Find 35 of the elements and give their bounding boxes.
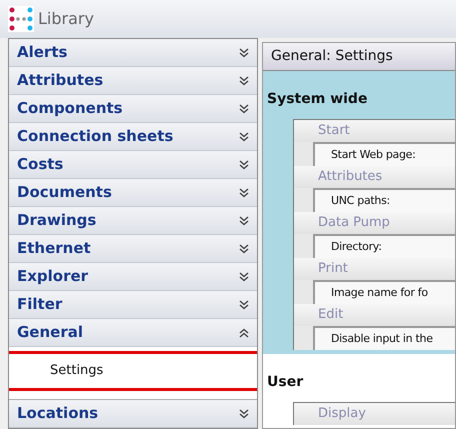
- chevron-down-icon: [239, 216, 249, 226]
- property-label[interactable]: Disable input in the: [313, 326, 455, 350]
- section-title: User: [266, 373, 304, 392]
- accordion-header[interactable]: Documents: [9, 179, 257, 207]
- accordion-header[interactable]: Attributes: [9, 67, 257, 95]
- chevron-down-icon: [239, 244, 249, 254]
- chevron-down-icon: [239, 76, 249, 86]
- accordion-header[interactable]: Components: [9, 95, 257, 123]
- property-label[interactable]: Image name for fo: [313, 280, 455, 304]
- accordion-header[interactable]: Alerts: [9, 39, 257, 67]
- accordion-header[interactable]: Connection sheets: [9, 123, 257, 151]
- sidebar-item[interactable]: Settings: [9, 351, 257, 391]
- chevron-up-icon: [239, 328, 249, 338]
- chevron-down-icon: [239, 132, 249, 142]
- chevron-down-icon: [239, 272, 249, 282]
- property-label[interactable]: Start Web page:: [313, 142, 455, 166]
- accordion-header[interactable]: Explorer: [9, 263, 257, 291]
- property-label[interactable]: Directory:: [313, 234, 455, 258]
- chevron-down-icon: [239, 160, 249, 170]
- chevron-down-icon: [239, 48, 249, 58]
- accordion-header[interactable]: General: [9, 319, 257, 347]
- chevron-down-icon: [239, 188, 249, 198]
- section-title: System wide: [266, 90, 368, 109]
- accordion-header[interactable]: Locations: [9, 400, 257, 428]
- accordion-header[interactable]: Costs: [9, 151, 257, 179]
- property-label[interactable]: UNC paths:: [313, 188, 455, 212]
- app-logo-icon: [8, 6, 34, 32]
- chevron-down-icon: [239, 408, 249, 418]
- panel-header: General: Settings: [263, 43, 455, 71]
- chevron-down-icon: [239, 104, 249, 114]
- accordion-header[interactable]: Drawings: [9, 207, 257, 235]
- accordion-header[interactable]: Ethernet: [9, 235, 257, 263]
- chevron-down-icon: [239, 300, 249, 310]
- accordion-header[interactable]: Filter: [9, 291, 257, 319]
- window-title: Library: [38, 8, 94, 30]
